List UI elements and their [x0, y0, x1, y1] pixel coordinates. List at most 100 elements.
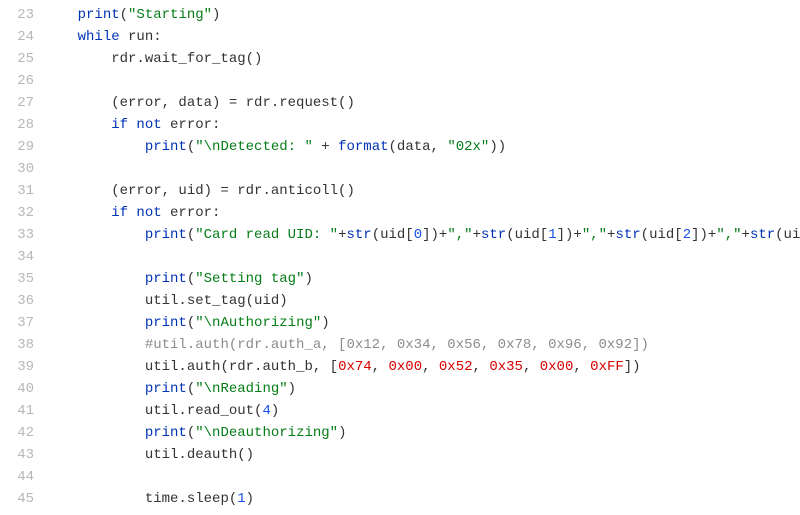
code-token: 0	[414, 227, 422, 243]
code-token: print	[145, 139, 187, 155]
line-number: 40	[0, 378, 34, 400]
line-number: 41	[0, 400, 34, 422]
code-token: (	[187, 381, 195, 397]
line-number: 43	[0, 444, 34, 466]
code-token: )	[246, 491, 254, 507]
code-token: print	[145, 425, 187, 441]
code-token: rdr.wait_for_tag()	[111, 51, 262, 67]
code-line[interactable]	[44, 158, 800, 180]
code-token: ,	[573, 359, 590, 375]
code-token: 4	[262, 403, 270, 419]
code-token: str	[346, 227, 371, 243]
code-line[interactable]: while run:	[44, 26, 800, 48]
code-line[interactable]: print("\nDeauthorizing")	[44, 422, 800, 444]
line-number: 34	[0, 246, 34, 268]
code-line[interactable]	[44, 246, 800, 268]
code-token: str	[481, 227, 506, 243]
code-token: print	[145, 381, 187, 397]
line-number: 25	[0, 48, 34, 70]
code-line[interactable]: util.set_tag(uid)	[44, 290, 800, 312]
code-token: print	[145, 227, 187, 243]
code-token: ))	[489, 139, 506, 155]
code-token: "\nDeauthorizing"	[195, 425, 338, 441]
code-token: ,	[473, 359, 490, 375]
code-line[interactable]: #util.auth(rdr.auth_a, [0x12, 0x34, 0x56…	[44, 334, 800, 356]
code-token: ])	[624, 359, 641, 375]
code-token: +	[313, 139, 338, 155]
line-number: 42	[0, 422, 34, 444]
code-token: "\nAuthorizing"	[195, 315, 321, 331]
code-token: (error, data) = rdr.request()	[111, 95, 355, 111]
code-token: (uid[	[372, 227, 414, 243]
code-line[interactable]: util.deauth()	[44, 444, 800, 466]
code-token: (	[187, 271, 195, 287]
code-token: if not	[111, 117, 170, 133]
code-token: util.deauth()	[145, 447, 254, 463]
code-token: "02x"	[447, 139, 489, 155]
code-token: (uid[	[641, 227, 683, 243]
code-line[interactable]	[44, 466, 800, 488]
line-number: 28	[0, 114, 34, 136]
code-token: 0x00	[540, 359, 574, 375]
code-line[interactable]: util.auth(rdr.auth_b, [0x74, 0x00, 0x52,…	[44, 356, 800, 378]
code-token: )	[338, 425, 346, 441]
line-number: 44	[0, 466, 34, 488]
code-token: "\nReading"	[195, 381, 287, 397]
line-number: 31	[0, 180, 34, 202]
line-number: 32	[0, 202, 34, 224]
line-number: 35	[0, 268, 34, 290]
code-line[interactable]: util.read_out(4)	[44, 400, 800, 422]
code-line[interactable]: (error, uid) = rdr.anticoll()	[44, 180, 800, 202]
code-token: error:	[170, 117, 220, 133]
code-token: ,	[523, 359, 540, 375]
code-token: while	[78, 29, 128, 45]
code-token: 0x35	[489, 359, 523, 375]
code-token: error:	[170, 205, 220, 221]
code-line[interactable]: print("Starting")	[44, 4, 800, 26]
code-token: ,	[372, 359, 389, 375]
code-line[interactable]: if not error:	[44, 114, 800, 136]
code-line[interactable]: rdr.wait_for_tag()	[44, 48, 800, 70]
code-token: #util.auth(rdr.auth_a, [0x12, 0x34, 0x56…	[145, 337, 649, 353]
code-line[interactable]: print("\nDetected: " + format(data, "02x…	[44, 136, 800, 158]
code-token: ","	[716, 227, 741, 243]
code-token: ","	[582, 227, 607, 243]
code-token: 1	[548, 227, 556, 243]
code-line[interactable]: print("Card read UID: "+str(uid[0])+","+…	[44, 224, 800, 246]
code-token: str	[750, 227, 775, 243]
code-line[interactable]: print("\nReading")	[44, 378, 800, 400]
code-token: )	[212, 7, 220, 23]
code-token: "Setting tag"	[195, 271, 304, 287]
code-token: format	[338, 139, 388, 155]
line-number: 29	[0, 136, 34, 158]
code-line[interactable]: print("Setting tag")	[44, 268, 800, 290]
code-token: "\nDetected: "	[195, 139, 313, 155]
code-token: util.read_out(	[145, 403, 263, 419]
code-token: (uid[	[506, 227, 548, 243]
code-token: ","	[447, 227, 472, 243]
code-token: 0x00	[388, 359, 422, 375]
code-token: util.auth(rdr.auth_b, [	[145, 359, 338, 375]
line-number: 36	[0, 290, 34, 312]
code-editor: 2324252627282930313233343536373839404142…	[0, 0, 800, 510]
code-line[interactable]: time.sleep(1)	[44, 488, 800, 510]
code-token: "Card read UID: "	[195, 227, 338, 243]
code-area[interactable]: print("Starting") while run: rdr.wait_fo…	[44, 4, 800, 510]
line-number: 26	[0, 70, 34, 92]
code-line[interactable]	[44, 70, 800, 92]
code-token: (error, uid) = rdr.anticoll()	[111, 183, 355, 199]
line-number: 27	[0, 92, 34, 114]
code-token: print	[145, 315, 187, 331]
code-token: ])+	[422, 227, 447, 243]
code-token: (	[187, 425, 195, 441]
code-line[interactable]: (error, data) = rdr.request()	[44, 92, 800, 114]
code-line[interactable]: print("\nAuthorizing")	[44, 312, 800, 334]
line-number: 30	[0, 158, 34, 180]
code-token: str	[615, 227, 640, 243]
code-token: ,	[422, 359, 439, 375]
code-token: +	[742, 227, 750, 243]
code-token: util.set_tag(uid)	[145, 293, 288, 309]
code-line[interactable]: if not error:	[44, 202, 800, 224]
code-token: (	[187, 227, 195, 243]
line-number: 39	[0, 356, 34, 378]
